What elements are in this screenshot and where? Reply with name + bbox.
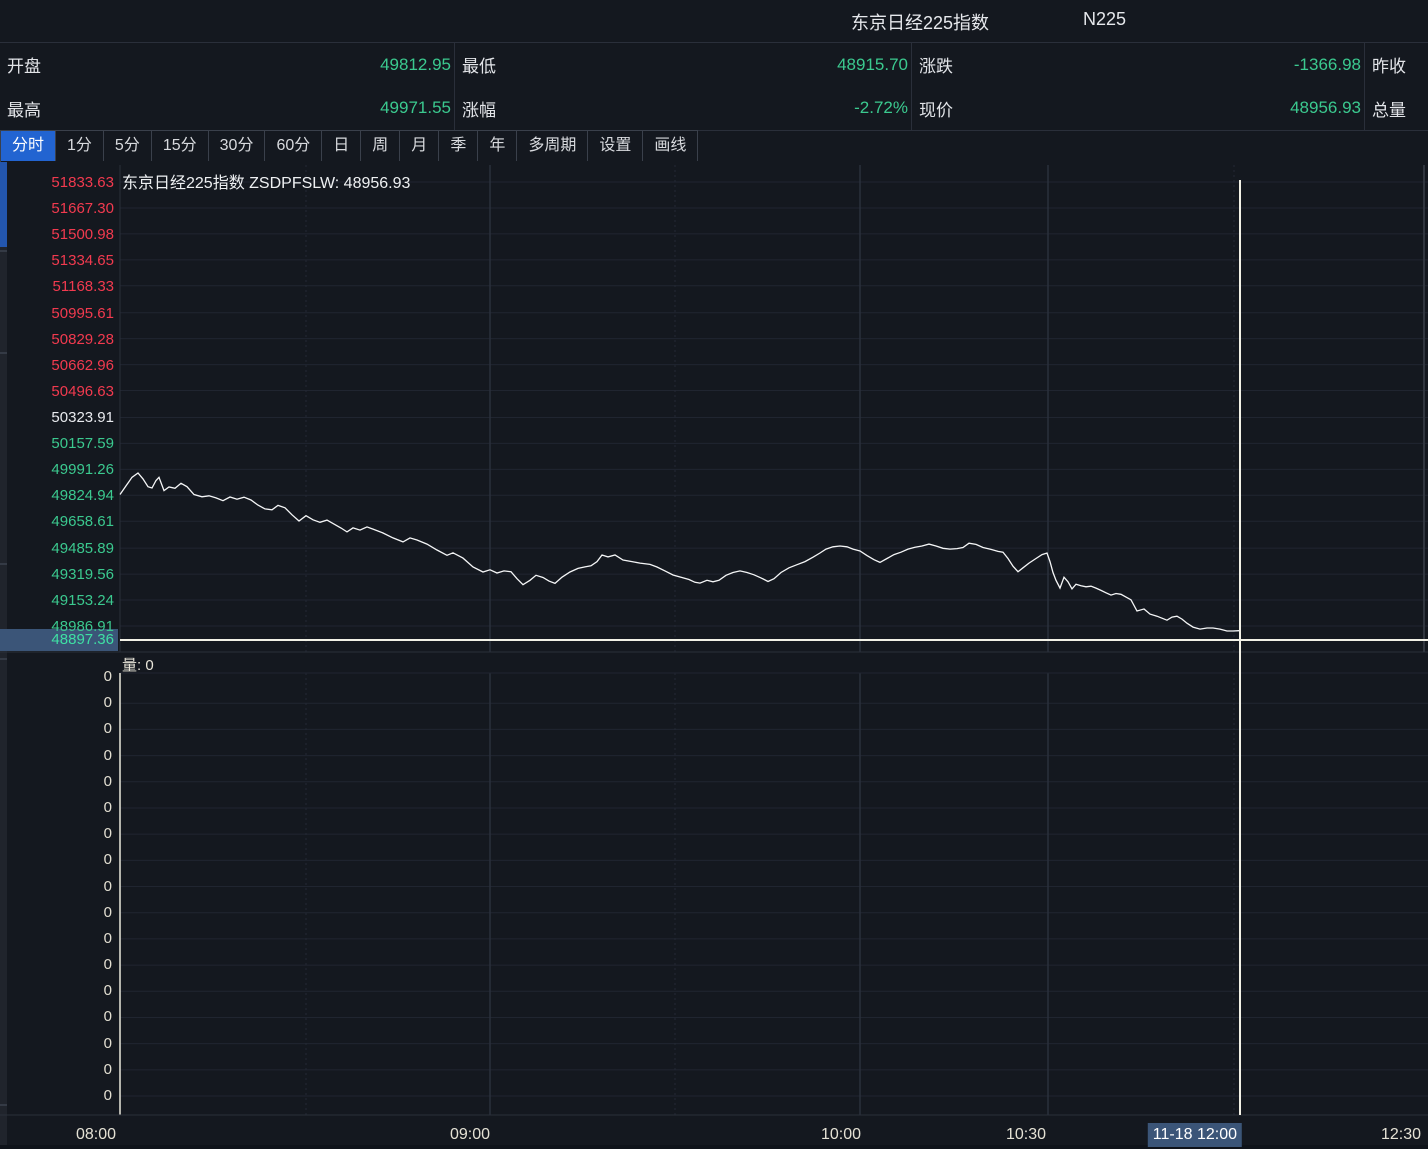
tab-画线[interactable]: 画线	[643, 131, 698, 161]
quote-label: 总量	[1372, 96, 1406, 121]
volume-axis-label: 0	[12, 1060, 112, 1080]
volume-axis-label: 0	[12, 955, 112, 975]
volume-axis-label: 0	[12, 850, 112, 870]
title-bar: 东京日经225指数 N225	[0, 0, 1428, 43]
chart-canvas[interactable]	[0, 162, 1428, 1149]
instrument-title: 东京日经225指数	[851, 9, 989, 35]
volume-axis-label: 0	[12, 693, 112, 713]
instrument-symbol: N225	[1083, 9, 1126, 30]
quote-field: 最高 49971.55	[0, 87, 455, 131]
price-axis-label: 50995.61	[8, 303, 114, 324]
quote-field: 现价 48956.93	[912, 87, 1365, 131]
quote-value: 48915.70	[837, 55, 908, 75]
quote-value: 49971.55	[380, 98, 451, 118]
price-axis-label: 49658.61	[8, 511, 114, 532]
tab-1分[interactable]: 1分	[56, 131, 104, 161]
tab-30分[interactable]: 30分	[209, 131, 266, 161]
volume-axis-label: 0	[12, 1034, 112, 1054]
price-axis-label: 51667.30	[8, 198, 114, 219]
volume-axis-label: 0	[12, 772, 112, 792]
volume-axis-label: 0	[12, 798, 112, 818]
quote-field: 涨幅 -2.72%	[455, 87, 912, 131]
volume-axis-label: 0	[12, 903, 112, 923]
quote-label: 开盘	[7, 52, 41, 77]
price-axis-label: 51500.98	[8, 224, 114, 245]
quote-value: 49812.95	[380, 55, 451, 75]
price-axis-label: 49485.89	[8, 538, 114, 559]
quote-label: 昨收	[1372, 52, 1406, 77]
tab-月[interactable]: 月	[400, 131, 439, 161]
quote-value: -2.72%	[854, 98, 908, 118]
volume-axis-label: 0	[12, 719, 112, 739]
price-axis-label: 50829.28	[8, 329, 114, 350]
quote-label: 涨幅	[462, 96, 496, 121]
time-axis-label: 12:30	[1381, 1123, 1421, 1147]
quote-value: 48956.93	[1290, 98, 1361, 118]
price-axis-label: 48986.91	[8, 616, 114, 637]
quote-field: 最低 48915.70	[455, 43, 912, 87]
price-axis-label: 49991.26	[8, 459, 114, 480]
chart-region[interactable]: 东京日经225指数 ZSDPFSLW: 48956.93 量: 0 48897.…	[0, 162, 1428, 1149]
price-axis-label: 49824.94	[8, 485, 114, 506]
quote-summary-bar: 开盘49812.95最高49971.55最低48915.70涨幅-2.72%涨跌…	[0, 43, 1428, 131]
price-axis-label: 50323.91	[8, 407, 114, 428]
volume-indicator-label: 量: 0	[122, 654, 154, 675]
volume-axis-label: 0	[12, 1007, 112, 1027]
tab-分时[interactable]: 分时	[1, 131, 56, 161]
quote-label: 最高	[7, 96, 41, 121]
time-axis-label: 10:00	[821, 1123, 861, 1147]
volume-axis-label: 0	[12, 746, 112, 766]
price-axis-label: 51833.63	[8, 172, 114, 193]
time-axis-label: 10:30	[1006, 1123, 1046, 1147]
volume-axis-label: 0	[12, 929, 112, 949]
tab-年[interactable]: 年	[478, 131, 517, 161]
price-axis-label: 50662.96	[8, 355, 114, 376]
volume-axis-label: 0	[12, 667, 112, 687]
price-axis-label: 51334.65	[8, 250, 114, 271]
volume-axis-label: 0	[12, 981, 112, 1001]
volume-axis-label: 0	[12, 824, 112, 844]
time-axis-label: 09:00	[450, 1123, 490, 1147]
tab-季[interactable]: 季	[439, 131, 478, 161]
quote-label: 现价	[919, 96, 953, 121]
tab-周[interactable]: 周	[361, 131, 400, 161]
tab-5分[interactable]: 5分	[104, 131, 152, 161]
price-axis-label: 49153.24	[8, 590, 114, 611]
trading-app-window: 东京日经225指数 N225 开盘 49812.95 最高 49971.55 最低 489…	[0, 0, 1428, 1149]
quote-value: -1366.98	[1294, 55, 1361, 75]
volume-axis-label: 0	[12, 1086, 112, 1106]
tab-60分[interactable]: 60分	[265, 131, 322, 161]
price-axis-label: 51168.33	[8, 276, 114, 297]
quote-field: 开盘 49812.95	[0, 43, 455, 87]
quote-field: 涨跌 -1366.98	[912, 43, 1365, 87]
tab-多周期[interactable]: 多周期	[517, 131, 588, 161]
quote-label: 最低	[462, 52, 496, 77]
volume-axis-label: 0	[12, 877, 112, 897]
tab-设置[interactable]: 设置	[588, 131, 643, 161]
quote-field: 昨收	[1365, 43, 1428, 87]
price-axis-label: 50157.59	[8, 433, 114, 454]
quote-field: 总量	[1365, 87, 1428, 131]
time-axis-label: 08:00	[76, 1123, 116, 1147]
price-axis-label: 50496.63	[8, 381, 114, 402]
tab-日[interactable]: 日	[322, 131, 361, 161]
period-tab-bar: 分时1分5分15分30分60分日周月季年多周期设置画线	[0, 130, 698, 163]
series-overlay-label: 东京日经225指数 ZSDPFSLW: 48956.93	[122, 169, 410, 193]
crosshair-time-label: 11-18 12:00	[1148, 1123, 1242, 1147]
quote-label: 涨跌	[919, 52, 953, 77]
price-line-series	[120, 473, 1239, 631]
price-axis-label: 49319.56	[8, 564, 114, 585]
tab-15分[interactable]: 15分	[152, 131, 209, 161]
